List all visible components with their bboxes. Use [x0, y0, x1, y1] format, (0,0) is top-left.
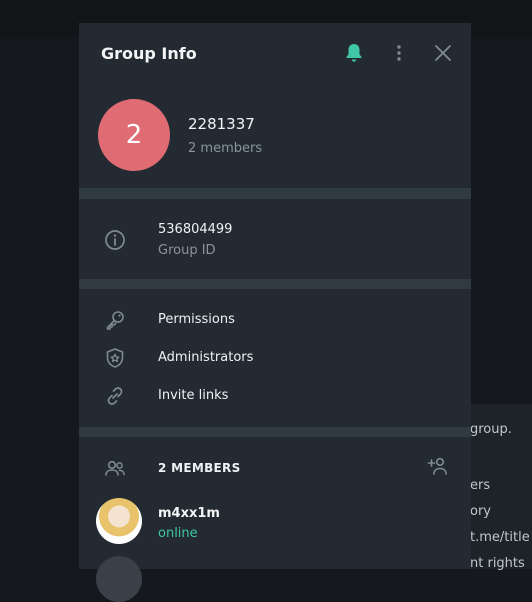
group-id-value: 536804499	[158, 222, 233, 237]
group-avatar: 2	[98, 99, 170, 171]
more-vertical-icon[interactable]	[387, 41, 411, 65]
member-avatar[interactable]	[96, 498, 142, 544]
menu-item-label: Permissions	[158, 312, 235, 327]
divider	[79, 279, 471, 289]
member-status: online	[158, 526, 198, 541]
group-name: 2281337	[188, 115, 255, 133]
link-icon	[103, 384, 127, 408]
group-member-count: 2 members	[188, 141, 263, 156]
menu-item-administrators[interactable]: Administrators	[79, 339, 471, 377]
bell-icon[interactable]	[342, 41, 366, 65]
add-member-icon[interactable]	[426, 454, 450, 478]
info-icon	[103, 228, 127, 252]
menu-item-permissions[interactable]: Permissions	[79, 301, 471, 339]
background-text: ers	[470, 478, 491, 493]
group-id-label: Group ID	[158, 243, 216, 258]
background-text: ory	[470, 504, 491, 519]
member-avatar[interactable]	[96, 556, 142, 602]
divider	[79, 427, 471, 437]
menu-item-label: Invite links	[158, 388, 229, 403]
background-text: group.	[470, 422, 512, 437]
group-info-dialog: Group Info 2 2281337 2 members 536804499…	[79, 23, 471, 602]
background-text: t.me/title	[470, 530, 530, 545]
close-icon[interactable]	[431, 41, 455, 65]
members-icon	[103, 456, 127, 480]
shield-star-icon	[103, 346, 127, 370]
dialog-title: Group Info	[101, 44, 197, 63]
divider	[79, 188, 471, 199]
members-count-header: 2 MEMBERS	[158, 461, 241, 475]
menu-item-invite-links[interactable]: Invite links	[79, 377, 471, 415]
dialog-header: Group Info	[79, 23, 471, 85]
member-name[interactable]: m4xx1m	[158, 506, 220, 521]
menu-item-label: Administrators	[158, 350, 254, 365]
key-icon	[103, 308, 127, 332]
